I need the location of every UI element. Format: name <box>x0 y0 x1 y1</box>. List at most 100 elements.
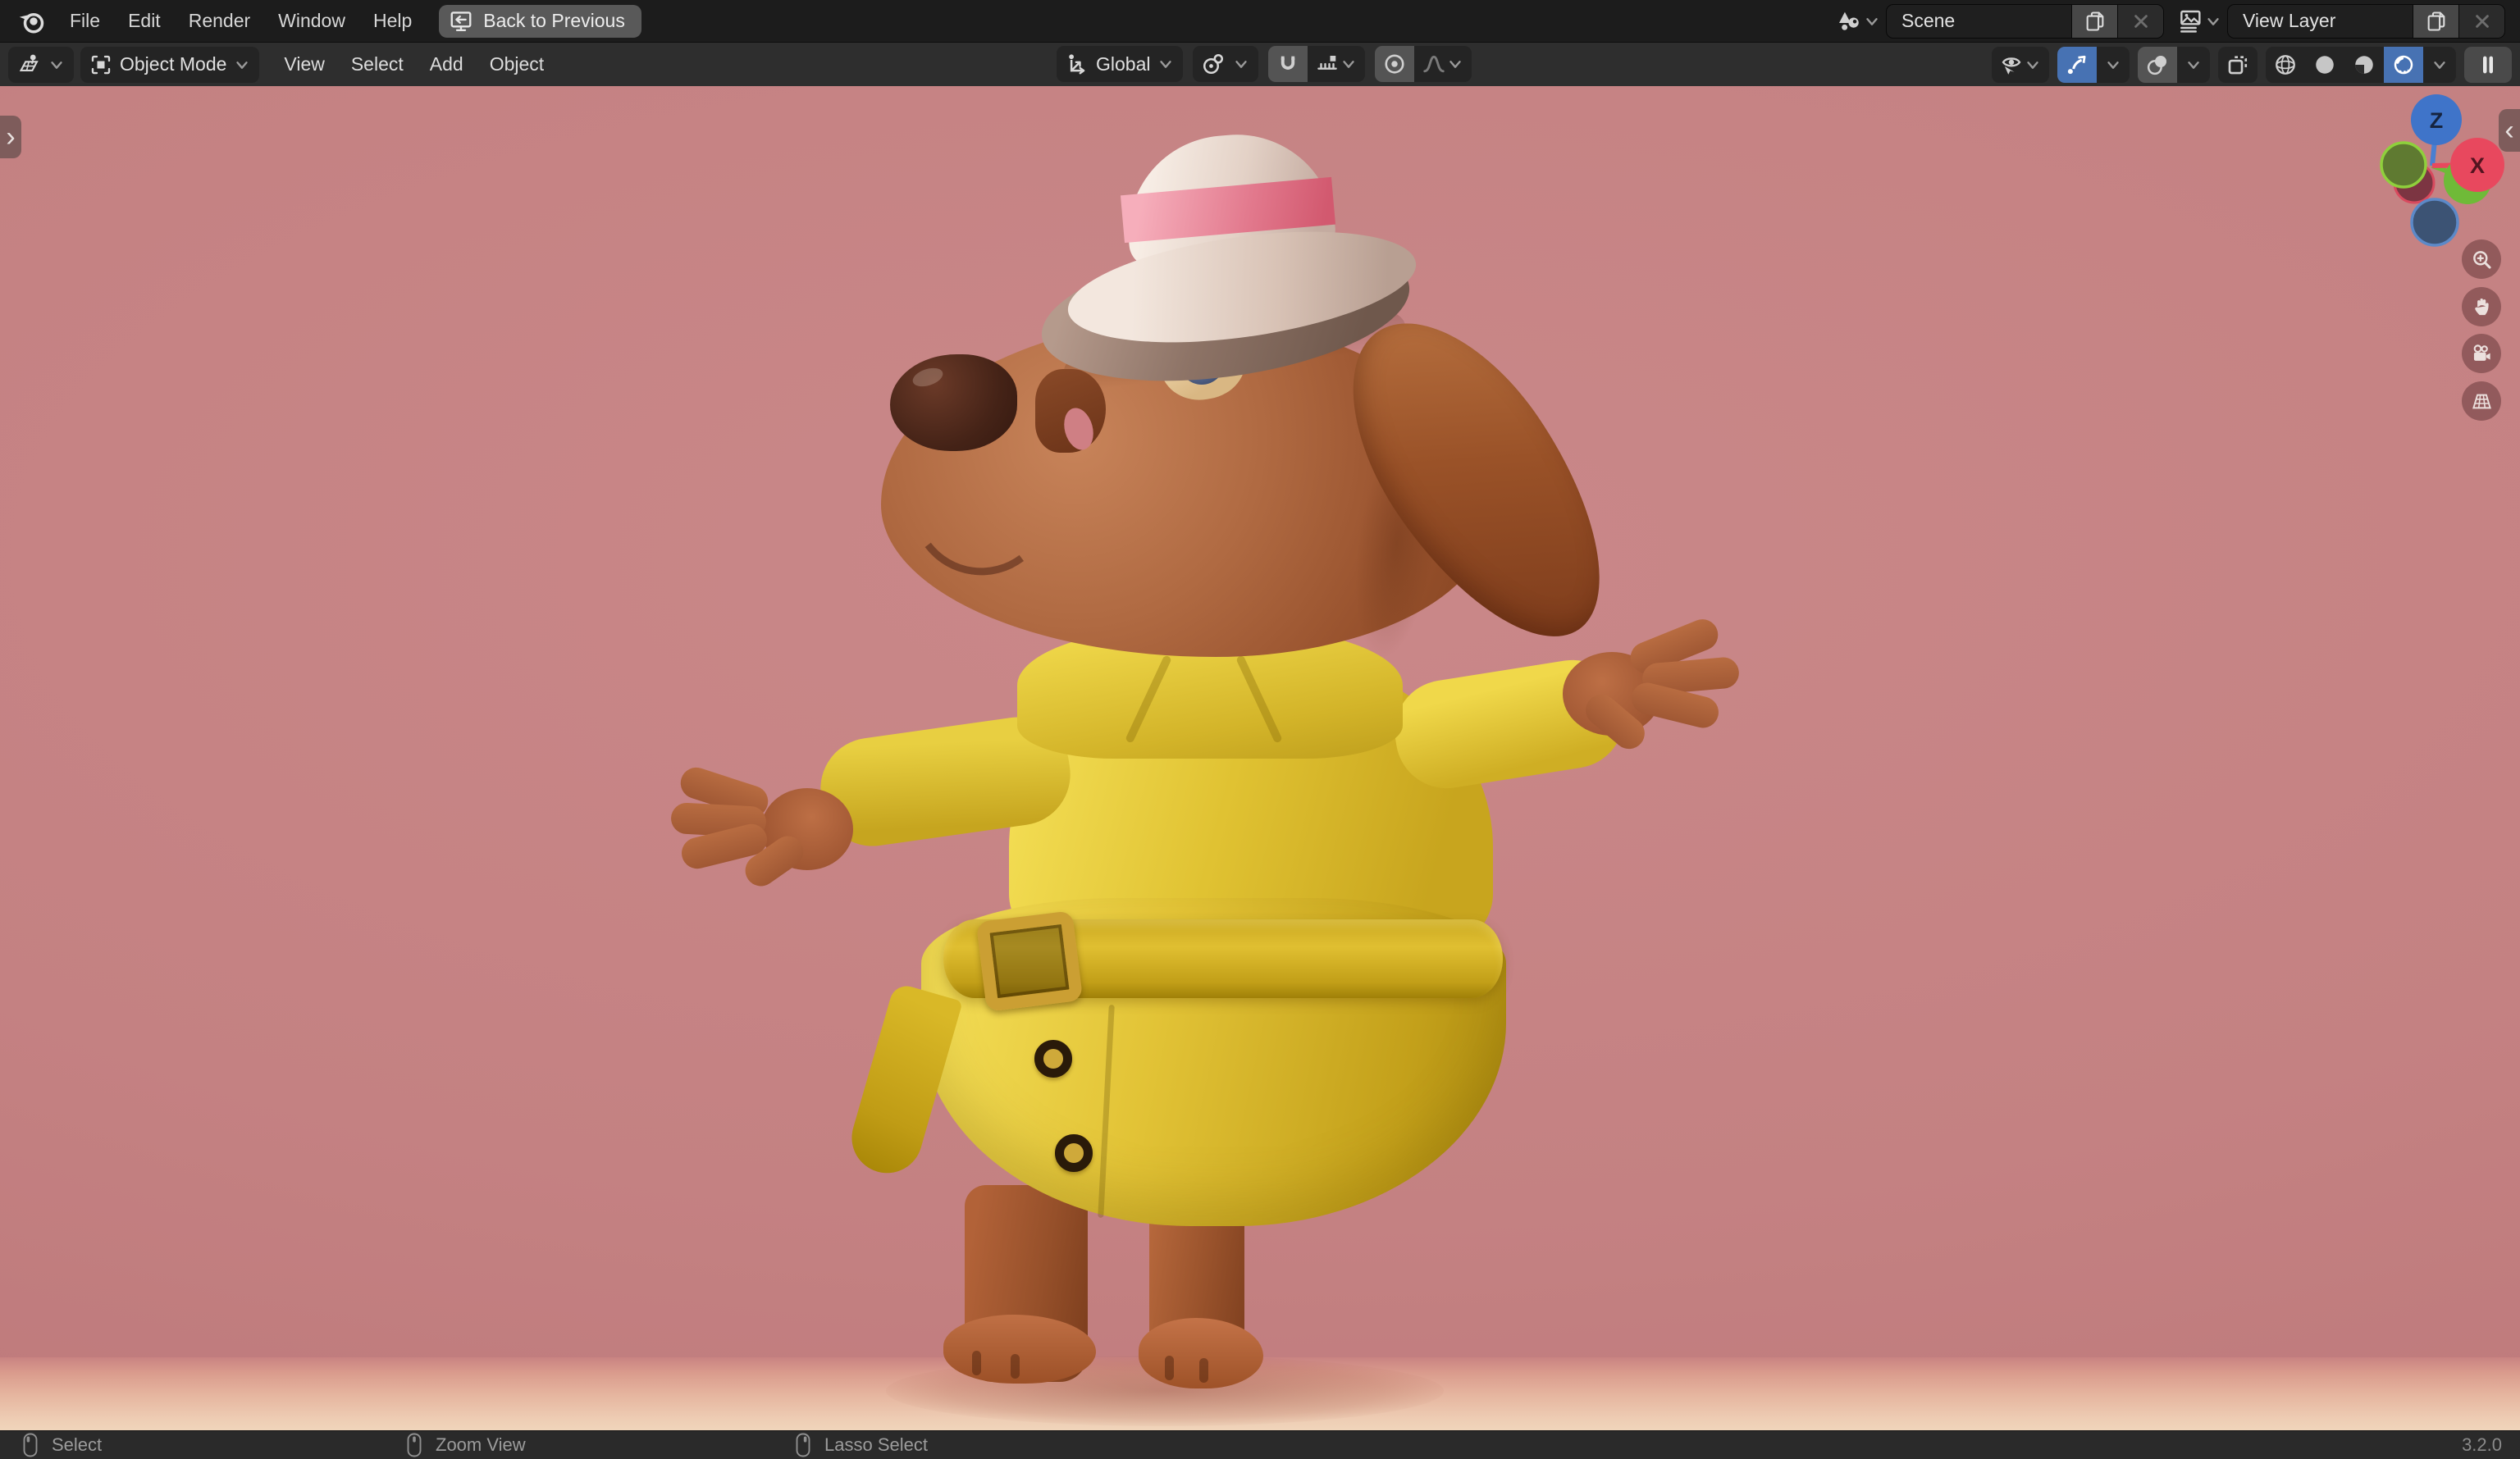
menu-window[interactable]: Window <box>264 0 359 42</box>
transform-orientation-button[interactable]: Global <box>1057 46 1184 82</box>
menu-file[interactable]: File <box>56 0 114 42</box>
viewport-toggles <box>1992 46 2512 83</box>
toe-line <box>1199 1358 1208 1383</box>
scene-field: Scene <box>1886 3 2164 39</box>
ortho-toggle-button[interactable] <box>2462 381 2501 421</box>
chevron-down-icon <box>1157 55 1175 73</box>
new-datablock-icon <box>2425 10 2448 33</box>
shading-wireframe-button[interactable] <box>2266 47 2305 83</box>
view-layer-name[interactable]: View Layer <box>2228 5 2413 38</box>
hint-select-label: Select <box>52 1434 103 1455</box>
xray-group <box>2218 46 2258 83</box>
pivot-point-icon <box>1201 52 1226 76</box>
menu-help[interactable]: Help <box>359 0 426 42</box>
object-types-visibility <box>1992 46 2049 83</box>
orientation-label: Global <box>1096 52 1151 75</box>
orientation-axes-icon <box>1065 52 1089 76</box>
camera-view-button[interactable] <box>2462 334 2501 373</box>
hint-lasso-label: Lasso Select <box>824 1434 928 1455</box>
chevron-down-icon <box>233 56 251 74</box>
camera-icon <box>2471 343 2493 365</box>
view-layer-browse-button[interactable] <box>2175 8 2227 34</box>
chevron-down-icon <box>2204 12 2222 30</box>
render-pause-button[interactable] <box>2464 46 2512 83</box>
magnet-icon <box>1276 52 1300 76</box>
chevron-down-icon <box>2431 56 2449 74</box>
gizmo-settings-button[interactable] <box>2097 47 2130 83</box>
scene-name[interactable]: Scene <box>1887 5 2071 38</box>
solid-sphere-icon <box>2312 52 2337 77</box>
toe-line <box>1165 1356 1174 1380</box>
new-datablock-icon <box>2084 10 2107 33</box>
xray-icon <box>2226 52 2250 77</box>
snap-settings-button[interactable] <box>1308 46 1365 82</box>
gizmos-group <box>2057 46 2130 83</box>
status-bar: Select Zoom View Lasso Select 3.2.0 <box>0 1430 2520 1459</box>
pan-button[interactable] <box>2462 287 2501 326</box>
chevron-down-icon <box>48 56 66 74</box>
back-to-previous-button[interactable]: Back to Previous <box>439 4 641 38</box>
character-dog[interactable] <box>0 86 2520 1430</box>
proportional-editing-group <box>1375 46 1472 82</box>
axis-neg-y-ball[interactable] <box>2380 141 2427 189</box>
zoom-button[interactable] <box>2462 239 2501 279</box>
mode-selector[interactable]: Object Mode <box>80 46 260 83</box>
axis-z-label: Z <box>2430 108 2444 133</box>
falloff-settings-button[interactable] <box>1414 46 1472 82</box>
remove-view-layer-button[interactable] <box>2458 4 2504 38</box>
belt-buckle <box>975 910 1084 1012</box>
navigation-gizmo[interactable]: Y X Z <box>2362 93 2520 265</box>
dog-nose <box>890 354 1017 451</box>
menu-object[interactable]: Object <box>477 43 557 86</box>
view-layer-field: View Layer <box>2227 3 2505 39</box>
proportional-editing-toggle[interactable] <box>1375 46 1415 82</box>
scene-browse-button[interactable] <box>1834 8 1886 34</box>
shading-solid-button[interactable] <box>2305 47 2344 83</box>
unlink-scene-button[interactable] <box>2117 4 2163 38</box>
falloff-curve-icon <box>1422 52 1446 76</box>
toolbar-expand-tab[interactable]: › <box>0 116 21 158</box>
shading-settings-button[interactable] <box>2423 47 2456 83</box>
snap-increment-icon <box>1315 52 1340 76</box>
topbar: File Edit Render Window Help Back to Pre… <box>0 0 2520 43</box>
menu-render[interactable]: Render <box>175 0 264 42</box>
overlays-toggle[interactable] <box>2138 46 2177 83</box>
transform-snap-group: Global <box>1057 46 1472 82</box>
chevron-down-icon <box>2024 56 2042 74</box>
overlays-settings-button[interactable] <box>2177 47 2210 83</box>
gizmos-toggle[interactable] <box>2057 46 2097 83</box>
menu-edit[interactable]: Edit <box>114 0 175 42</box>
axis-neg-z-ball[interactable] <box>2410 198 2459 247</box>
show-object-types-button[interactable] <box>1992 47 2049 83</box>
proportional-editing-icon <box>1382 52 1407 76</box>
blender-logo-icon[interactable] <box>15 7 48 36</box>
middle-mouse-icon <box>404 1432 424 1458</box>
xray-toggle[interactable] <box>2218 47 2258 83</box>
view-layer-selector: View Layer <box>2175 3 2505 39</box>
viewport-header: Object Mode View Select Add Object Globa… <box>0 43 2520 86</box>
mode-label: Object Mode <box>120 53 227 75</box>
editor-type-button[interactable] <box>8 46 74 83</box>
chevron-down-icon <box>1863 12 1881 30</box>
blender-version: 3.2.0 <box>2462 1434 2502 1455</box>
3d-viewport[interactable]: › ‹ Y X Z <box>0 86 2520 1430</box>
pivot-point-button[interactable] <box>1193 46 1259 82</box>
hint-zoom-label: Zoom View <box>436 1434 526 1455</box>
monitor-back-icon <box>449 9 473 34</box>
wireframe-sphere-icon <box>2273 52 2298 77</box>
menu-view[interactable]: View <box>271 43 337 86</box>
menu-add[interactable]: Add <box>417 43 477 86</box>
shading-rendered-button[interactable] <box>2384 46 2423 83</box>
menu-select[interactable]: Select <box>338 43 417 86</box>
snap-toggle[interactable] <box>1268 46 1308 82</box>
new-view-layer-button[interactable] <box>2413 4 2458 38</box>
new-scene-button[interactable] <box>2071 4 2117 38</box>
scene-icon <box>1836 8 1862 34</box>
chevron-down-icon <box>2184 56 2203 74</box>
zoom-in-icon <box>2471 248 2493 271</box>
toe-line <box>972 1351 981 1375</box>
topbar-right: Scene View Layer <box>1834 3 2512 39</box>
shading-material-button[interactable] <box>2344 47 2384 83</box>
material-sphere-icon <box>2352 52 2376 77</box>
eye-cursor-icon <box>1999 52 2024 77</box>
